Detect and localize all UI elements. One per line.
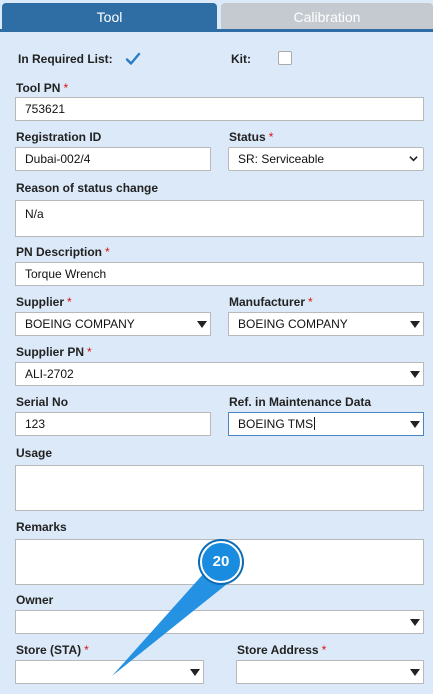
dropdown-arrow-icon: [410, 421, 420, 428]
ref-maintenance-label: Ref. in Maintenance Data: [229, 395, 372, 409]
manufacturer-select-value: BOEING COMPANY: [238, 317, 348, 331]
remarks-label: Remarks: [16, 520, 67, 534]
serial-no-label: Serial No: [16, 395, 69, 409]
reason-textarea[interactable]: N/a: [15, 200, 424, 237]
owner-select[interactable]: [15, 610, 424, 634]
tab-calibration[interactable]: Calibration: [221, 3, 433, 29]
store-sta-label: Store (STA) *: [16, 643, 89, 657]
status-select-value: SR: Serviceable: [238, 152, 325, 166]
text-cursor: [314, 417, 316, 430]
status-label: Status *: [229, 130, 274, 144]
pn-description-input[interactable]: Torque Wrench: [15, 262, 424, 286]
supplier-pn-select-value: ALI-2702: [25, 367, 74, 381]
tab-underline: [0, 29, 433, 32]
owner-label: Owner: [16, 593, 54, 607]
tool-pn-input[interactable]: 753621: [15, 97, 424, 121]
tab-bar: Tool Calibration: [0, 0, 433, 32]
supplier-pn-select[interactable]: ALI-2702: [15, 362, 424, 386]
in-required-list-label: In Required List:: [18, 52, 113, 66]
kit-label: Kit:: [231, 52, 251, 66]
usage-label: Usage: [16, 446, 53, 460]
dropdown-arrow-icon: [197, 321, 207, 328]
chevron-down-icon: [409, 156, 418, 162]
kit-checkbox[interactable]: [278, 51, 292, 65]
registration-id-label: Registration ID: [16, 130, 102, 144]
dropdown-arrow-icon: [190, 669, 200, 676]
serial-no-input[interactable]: 123: [15, 412, 211, 436]
store-address-select[interactable]: [236, 660, 424, 684]
reason-label: Reason of status change: [16, 181, 159, 195]
supplier-select[interactable]: BOEING COMPANY: [15, 312, 211, 336]
store-sta-select[interactable]: [15, 660, 204, 684]
callout-badge: 20: [200, 541, 242, 583]
tab-tool[interactable]: Tool: [2, 3, 217, 29]
dropdown-arrow-icon: [410, 371, 420, 378]
status-select[interactable]: SR: Serviceable: [228, 147, 424, 171]
in-required-list-checkbox[interactable]: [125, 51, 141, 67]
dropdown-arrow-icon: [410, 619, 420, 626]
usage-textarea[interactable]: [15, 465, 424, 511]
store-address-label: Store Address *: [237, 643, 327, 657]
dropdown-arrow-icon: [410, 669, 420, 676]
ref-maintenance-select-value: BOEING TMS: [238, 417, 314, 431]
manufacturer-select[interactable]: BOEING COMPANY: [228, 312, 424, 336]
registration-id-input[interactable]: Dubai-002/4: [15, 147, 211, 171]
tool-pn-label: Tool PN *: [16, 81, 69, 95]
supplier-label: Supplier *: [16, 295, 72, 309]
supplier-pn-label: Supplier PN *: [16, 345, 92, 359]
ref-maintenance-select[interactable]: BOEING TMS: [228, 412, 424, 436]
supplier-select-value: BOEING COMPANY: [25, 317, 135, 331]
pn-description-label: PN Description *: [16, 245, 110, 259]
manufacturer-label: Manufacturer *: [229, 295, 313, 309]
dropdown-arrow-icon: [410, 321, 420, 328]
